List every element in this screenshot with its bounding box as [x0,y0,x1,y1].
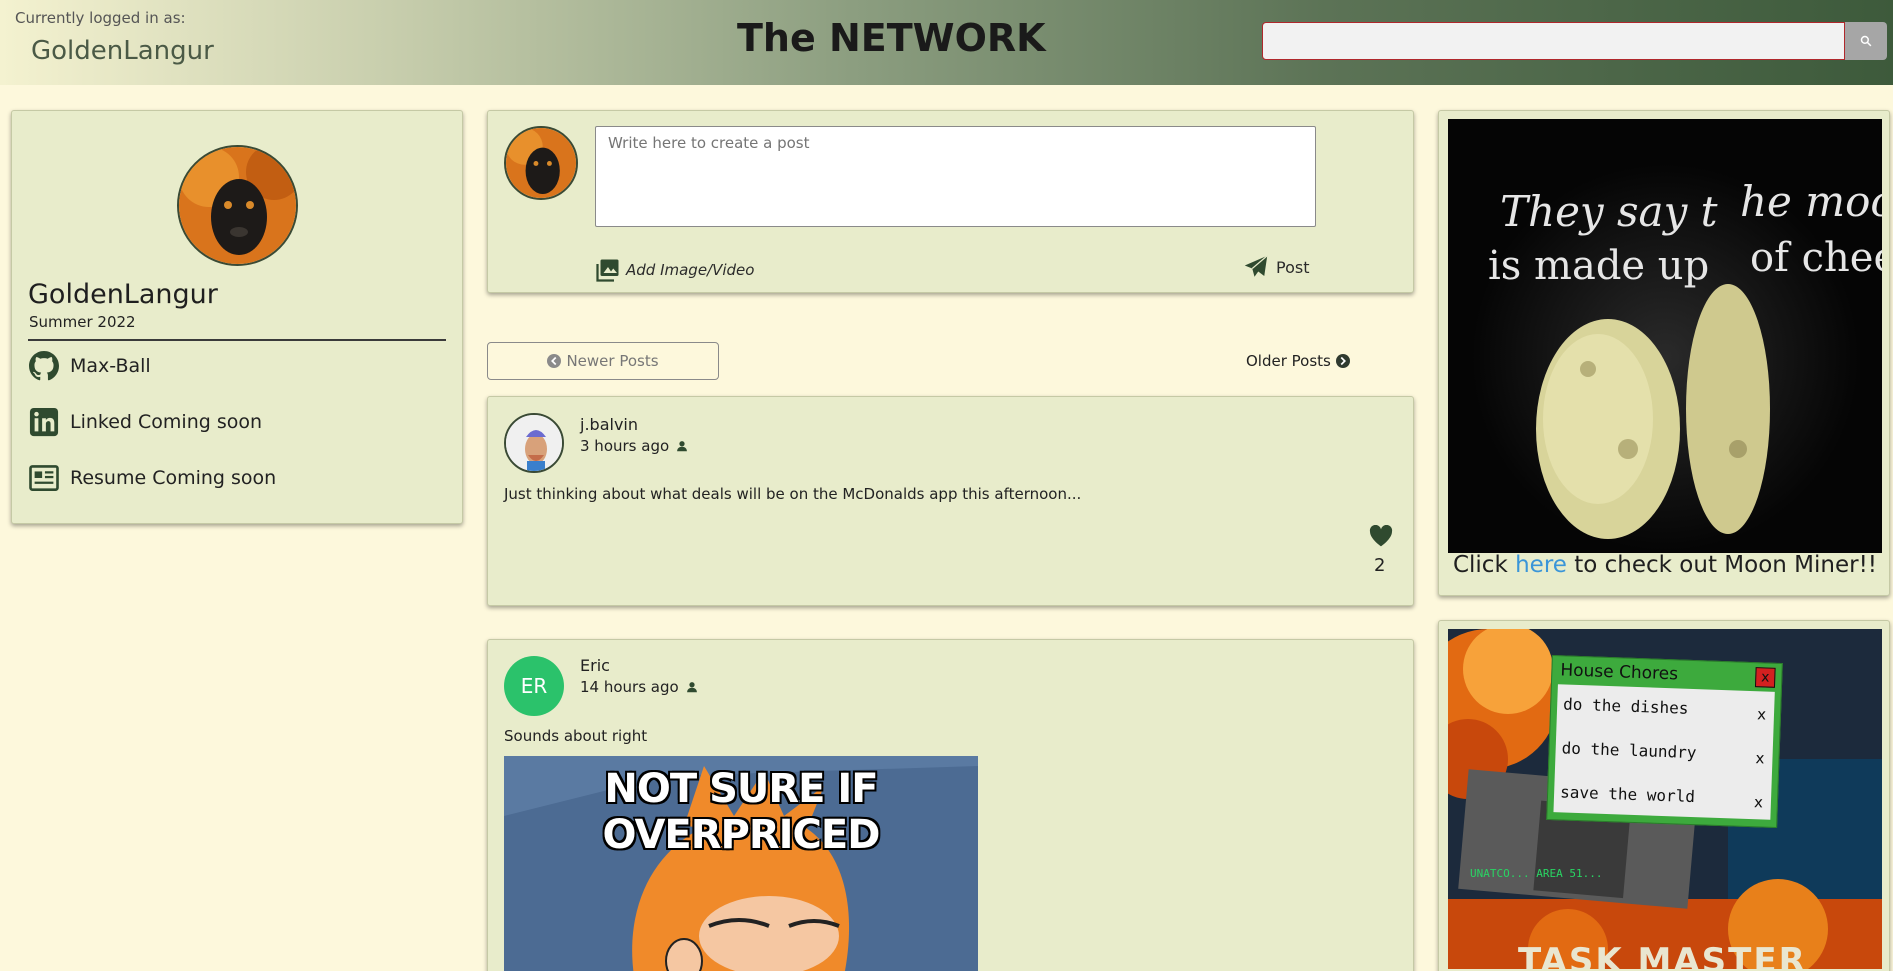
post-label: Post [1276,257,1310,277]
older-posts-label: Older Posts [1246,352,1331,370]
post-body: Sounds about right [504,727,648,745]
post-author-avatar[interactable]: ER [504,656,564,716]
top-header: Currently logged in as: GoldenLangur The… [0,0,1893,85]
person-icon [677,441,688,452]
moon-miner-caption: Click here to check out Moon Miner!! [1439,552,1891,578]
site-title[interactable]: The NETWORK [737,16,1046,60]
resume-link[interactable]: Resume Coming soon [28,462,276,494]
post-image[interactable]: NOT SURE IF OVERPRICED [504,756,978,971]
github-link[interactable]: Max-Ball [28,350,151,382]
linkedin-link[interactable]: Linked Coming soon [28,406,262,438]
create-post-avatar [504,126,578,200]
chores-list: do the dishes x do the laundry x save th… [1553,684,1775,820]
older-posts-button[interactable]: Older Posts [1246,342,1350,380]
meme-caption: NOT SURE IF OVERPRICED [602,766,881,858]
post-time-text: 14 hours ago [580,678,679,696]
github-icon [28,350,60,382]
post-card: j.balvin 3 hours ago Just thinking about… [487,396,1414,606]
chevron-right-circle-icon [1335,354,1350,368]
terminal-text: UNATCO... AREA 51... [1470,867,1603,880]
resume-icon [28,462,60,494]
task-master-ad: UNATCO... AREA 51... TASK MASTER House C… [1438,620,1890,971]
moon-text-3: is made up [1488,243,1710,289]
send-icon [1244,255,1268,277]
post-author-name[interactable]: j.balvin [580,415,638,434]
chore-delete: x [1753,793,1764,812]
task-master-image[interactable]: UNATCO... AREA 51... TASK MASTER House C… [1448,629,1882,969]
post-author-avatar[interactable] [504,413,564,473]
post-textarea[interactable] [595,126,1316,227]
moon-text-2: he moon [1740,177,1882,226]
search-input[interactable] [1262,22,1845,60]
image-icon [596,259,619,282]
moon-miner-image[interactable]: They say t he moon is made up of chees [1448,119,1882,553]
post-body: Just thinking about what deals will be o… [504,485,1082,503]
profile-class: Summer 2022 [29,313,136,331]
moon-miner-ad: They say t he moon is made up of chees C… [1438,110,1890,596]
chevron-left-circle-icon [547,354,562,368]
create-post-card: Add Image/Video Post [487,110,1414,293]
chore-delete: x [1756,705,1767,724]
profile-divider [28,339,446,341]
post-timestamp: 3 hours ago [580,437,688,455]
moon-text-4: of chees [1750,235,1882,281]
add-media-label: Add Image/Video [626,261,755,279]
logged-in-label: Currently logged in as: [15,9,186,27]
heart-icon[interactable] [1369,525,1393,547]
chore-item: do the dishes [1562,694,1689,718]
profile-name: GoldenLangur [28,279,218,310]
task-master-title: TASK MASTER [1518,941,1807,969]
post-author-name[interactable]: Eric [580,656,610,675]
resume-label: Resume Coming soon [70,467,277,489]
caption-text-before: Click [1452,552,1516,578]
newer-posts-label: Newer Posts [566,352,659,370]
profile-card: GoldenLangur Summer 2022 Max-Ball Linked… [11,110,463,524]
newer-posts-button[interactable]: Newer Posts [487,342,719,380]
moon-miner-link[interactable]: here [1515,552,1567,578]
logged-in-username[interactable]: GoldenLangur [31,36,214,66]
github-label: Max-Ball [70,355,151,377]
search-icon [1860,35,1872,47]
chore-delete: x [1755,749,1765,768]
linkedin-label: Linked Coming soon [70,411,263,433]
add-media-button[interactable]: Add Image/Video [596,258,754,282]
caption-text-after: to check out Moon Miner!! [1566,552,1878,578]
chore-item: save the world [1559,782,1696,807]
profile-avatar [177,145,298,266]
post-card: ER Eric 14 hours ago Sounds about right … [487,639,1414,971]
person-icon [686,682,697,693]
chores-title: House Chores [1560,660,1679,685]
linkedin-icon [28,406,60,438]
moon-text-1: They say t [1500,187,1718,236]
post-time-text: 3 hours ago [580,437,670,455]
like-count: 2 [1374,555,1386,576]
post-button[interactable]: Post [1244,255,1309,279]
chore-item: do the laundry [1561,738,1697,763]
chores-close-button: x [1754,667,1776,688]
search-button[interactable] [1845,22,1887,60]
post-timestamp: 14 hours ago [580,678,698,696]
chores-window: House Chores x do the dishes x do the la… [1546,655,1783,828]
